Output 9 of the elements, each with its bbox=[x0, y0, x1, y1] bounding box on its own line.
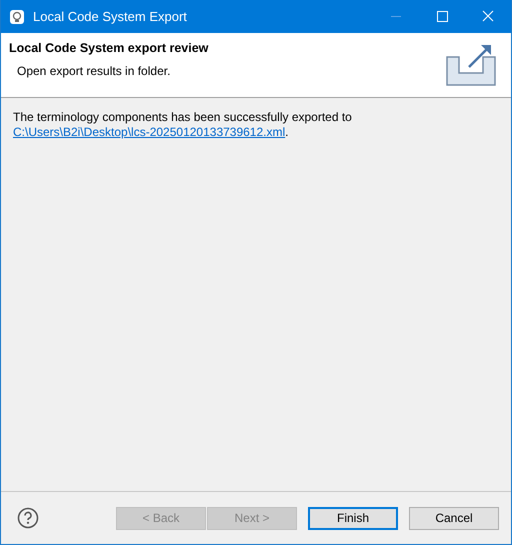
page-title: Local Code System export review bbox=[9, 41, 208, 55]
page-description: Open export results in folder. bbox=[17, 64, 172, 78]
help-icon[interactable] bbox=[17, 507, 39, 529]
wizard-button[interactable]: Cancel bbox=[409, 506, 499, 530]
export-message: The terminology components has been successfully exported to C:\Users\B2i\Desktop\lcs-20250120133739612.xml. bbox=[13, 110, 353, 140]
wizard-button[interactable]: Finish bbox=[308, 506, 398, 530]
app-icon bbox=[9, 8, 25, 24]
file-link[interactable]: C:\Users\B2i\Desktop\lcs-20250120133739612.xml bbox=[13, 125, 286, 139]
window-title: Local Code System Export bbox=[33, 9, 188, 24]
